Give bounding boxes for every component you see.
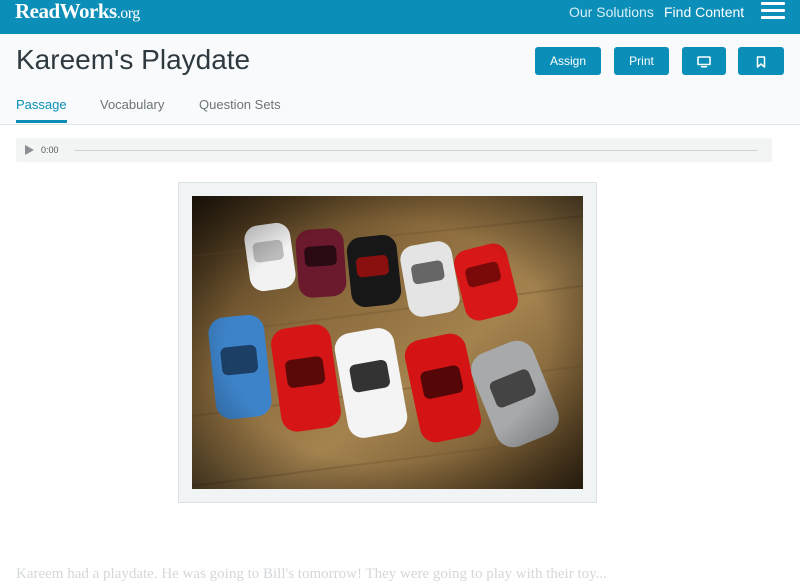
toy-cars-photo bbox=[192, 196, 583, 489]
tab-question-sets[interactable]: Question Sets bbox=[199, 97, 281, 112]
audio-player: 0:00 bbox=[16, 138, 772, 162]
present-button[interactable] bbox=[682, 47, 726, 75]
monitor-icon bbox=[697, 56, 711, 68]
bookmark-icon bbox=[756, 56, 766, 68]
assign-button[interactable]: Assign bbox=[535, 47, 601, 75]
print-button[interactable]: Print bbox=[614, 47, 669, 75]
active-tab-indicator bbox=[16, 120, 67, 123]
audio-progress-track[interactable] bbox=[74, 150, 758, 151]
logo-text: ReadWorks bbox=[15, 0, 117, 23]
top-navigation-bar: ReadWorks.org Our Solutions Find Content bbox=[0, 0, 800, 34]
article-header: Kareem's Playdate Assign Print Passage V… bbox=[0, 34, 800, 125]
passage-image-frame bbox=[178, 182, 597, 503]
play-icon[interactable] bbox=[25, 145, 34, 155]
nav-find-content[interactable]: Find Content bbox=[664, 4, 744, 20]
audio-time: 0:00 bbox=[41, 145, 59, 155]
tab-passage[interactable]: Passage bbox=[16, 97, 67, 112]
nav-our-solutions[interactable]: Our Solutions bbox=[569, 4, 654, 20]
page-title: Kareem's Playdate bbox=[16, 44, 251, 75]
logo-suffix: .org bbox=[116, 5, 141, 22]
hamburger-menu-icon[interactable] bbox=[761, 2, 785, 20]
readworks-logo[interactable]: ReadWorks.org bbox=[15, 0, 140, 25]
passage-text-preview: Kareem had a playdate. He was going to B… bbox=[16, 566, 607, 582]
bookmark-button[interactable] bbox=[738, 47, 784, 75]
tab-vocabulary[interactable]: Vocabulary bbox=[100, 97, 164, 112]
